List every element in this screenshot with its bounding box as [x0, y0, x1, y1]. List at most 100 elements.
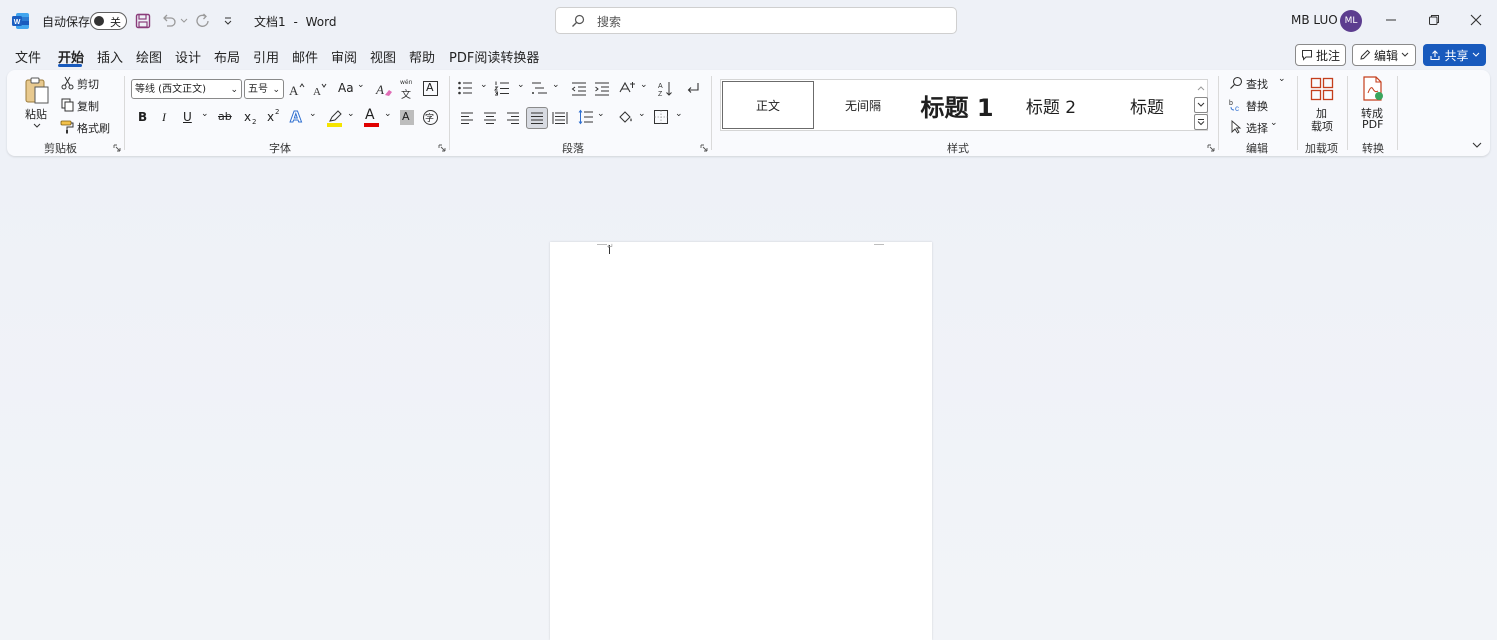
italic-button[interactable]: I	[162, 110, 166, 125]
tab-draw[interactable]: 绘图	[136, 47, 162, 66]
tab-help[interactable]: 帮助	[409, 47, 435, 66]
styles-more-icon[interactable]	[1194, 114, 1208, 130]
subscript-button[interactable]: x 2	[244, 109, 260, 127]
chevron-down-icon	[1472, 52, 1479, 57]
text-effects-button[interactable]: A ⌄	[290, 108, 318, 128]
asian-layout-button[interactable]: ⌄	[619, 80, 649, 98]
editing-mode-button[interactable]: 编辑	[1352, 44, 1416, 66]
find-button[interactable]: 查找 ⌄	[1228, 74, 1288, 92]
phonetic-guide-button[interactable]: wén 文	[398, 79, 416, 101]
select-button[interactable]: 选择 ⌄	[1228, 118, 1288, 136]
align-center-icon[interactable]	[481, 109, 499, 127]
superscript-button[interactable]: x 2	[267, 108, 283, 127]
svg-text:Z: Z	[658, 91, 663, 97]
redo-icon[interactable]	[193, 11, 213, 31]
tab-insert[interactable]: 插入	[97, 47, 123, 66]
underline-label: U	[183, 110, 192, 124]
styles-scroll-down-icon[interactable]	[1194, 97, 1208, 113]
dialog-launcher-icon[interactable]	[1206, 143, 1216, 153]
underline-button[interactable]: U ⌄	[183, 109, 211, 127]
user-name[interactable]: MB LUO	[1291, 13, 1338, 27]
font-size-select[interactable]: 五号 ⌄	[244, 79, 284, 99]
restore-button[interactable]	[1419, 10, 1449, 30]
style-no-spacing-label: 无间隔	[844, 98, 881, 113]
comments-button[interactable]: 批注	[1295, 44, 1346, 66]
format-painter-icon	[60, 119, 74, 135]
font-color-button[interactable]: A ⌄	[364, 107, 394, 128]
multilevel-list-icon	[532, 82, 547, 94]
copy-button[interactable]: 复制	[58, 96, 118, 114]
paste-button[interactable]: 粘贴	[20, 74, 54, 134]
cut-button[interactable]: 剪切	[58, 74, 118, 92]
strikethrough-button[interactable]: ab	[218, 110, 232, 123]
chevron-down-icon: ⌄	[272, 85, 280, 95]
tab-pdf-converter[interactable]: PDF阅读转换器	[449, 47, 539, 66]
style-heading-2[interactable]: 标题 2	[1005, 80, 1097, 130]
line-spacing-button[interactable]: ⌄	[578, 109, 608, 127]
tab-mailings[interactable]: 邮件	[292, 47, 318, 66]
dialog-launcher-icon[interactable]	[112, 143, 122, 153]
tab-references[interactable]: 引用	[253, 47, 279, 66]
addins-button[interactable]: 加 载项	[1302, 74, 1342, 134]
collapse-ribbon-icon[interactable]	[1470, 138, 1484, 152]
style-heading-1[interactable]: 标题 1	[911, 80, 1003, 130]
autosave-label: 自动保存	[42, 15, 91, 29]
distributed-icon[interactable]	[551, 109, 569, 127]
character-shading-button[interactable]: A	[400, 110, 414, 125]
editing-mode-label: 编辑	[1373, 48, 1398, 63]
search-box[interactable]: 搜索	[555, 7, 957, 34]
styles-scroll-up-icon[interactable]	[1194, 80, 1208, 96]
style-title[interactable]: 标题	[1099, 80, 1195, 130]
font-name-select[interactable]: 等线 (西文正文) ⌄	[131, 79, 242, 99]
borders-button[interactable]: ⌄	[653, 109, 685, 127]
avatar[interactable]: ML	[1340, 10, 1362, 32]
format-painter-button[interactable]: 格式刷	[58, 118, 120, 136]
grow-font-icon[interactable]: A	[287, 80, 307, 98]
style-heading-1-label: 标题 1	[920, 93, 994, 122]
style-normal-label: 正文	[755, 98, 780, 113]
numbered-list-icon	[494, 81, 509, 96]
replace-button[interactable]: bc 替换	[1228, 96, 1288, 114]
autosave-toggle[interactable]: 关	[90, 12, 127, 30]
minimize-button[interactable]	[1376, 10, 1406, 30]
customize-quick-access-icon[interactable]	[221, 13, 235, 29]
character-border-button[interactable]: A	[423, 81, 438, 96]
convert-to-pdf-button[interactable]: 转成 PDF	[1354, 74, 1392, 134]
tab-file[interactable]: 文件	[15, 47, 41, 66]
save-icon[interactable]	[134, 12, 152, 30]
show-formatting-marks-icon[interactable]	[684, 80, 702, 98]
undo-icon[interactable]	[160, 12, 178, 30]
bold-button[interactable]: B	[138, 110, 147, 124]
tab-view[interactable]: 视图	[370, 47, 396, 66]
decrease-indent-icon[interactable]	[570, 80, 588, 98]
tab-layout[interactable]: 布局	[214, 47, 240, 66]
tab-review[interactable]: 审阅	[331, 47, 357, 66]
highlight-color-button[interactable]: ⌄	[327, 108, 357, 128]
change-case-button[interactable]: Aa ⌄	[337, 80, 367, 98]
close-button[interactable]	[1461, 10, 1491, 30]
addins-label-line2: 载项	[1311, 120, 1333, 133]
style-normal[interactable]: 正文	[722, 81, 814, 129]
align-left-icon[interactable]	[458, 109, 476, 127]
shrink-font-icon[interactable]: A	[310, 80, 330, 98]
bullets-button[interactable]: ⌄	[457, 80, 491, 98]
share-button[interactable]: 共享	[1423, 44, 1486, 66]
justify-icon[interactable]	[526, 107, 548, 129]
align-right-icon[interactable]	[504, 109, 522, 127]
numbering-button[interactable]: ⌄	[494, 80, 528, 98]
increase-indent-icon[interactable]	[593, 80, 611, 98]
dialog-launcher-icon[interactable]	[437, 143, 447, 153]
dialog-launcher-icon[interactable]	[699, 143, 709, 153]
undo-dropdown-icon[interactable]	[179, 14, 189, 28]
sort-icon[interactable]: AZ	[657, 80, 675, 98]
clear-formatting-icon[interactable]: A	[374, 80, 394, 98]
svg-text:b: b	[1229, 100, 1233, 107]
tab-design[interactable]: 设计	[175, 47, 201, 66]
style-no-spacing[interactable]: 无间隔	[817, 80, 909, 130]
shading-button[interactable]: ⌄	[618, 109, 648, 127]
multilevel-list-button[interactable]: ⌄	[531, 80, 565, 98]
group-divider	[1297, 76, 1298, 150]
chevron-down-icon: ⌄	[597, 109, 605, 119]
document-page[interactable]: ↵	[550, 242, 932, 640]
enclose-characters-button[interactable]: 字	[423, 110, 438, 125]
